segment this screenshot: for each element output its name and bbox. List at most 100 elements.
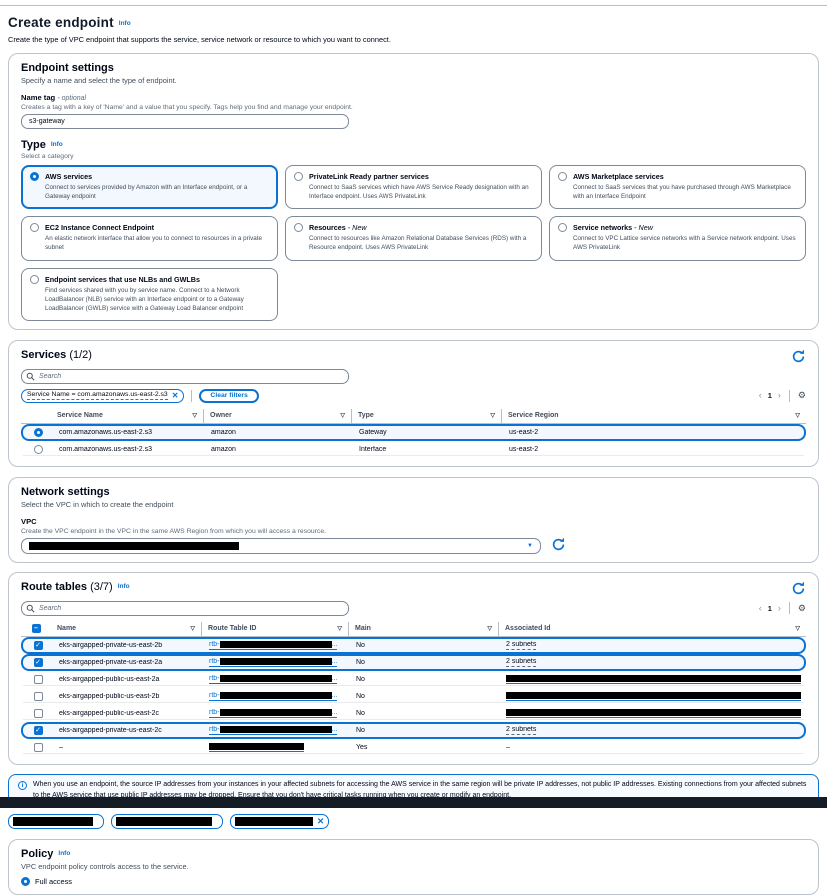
subnet-token[interactable]: ✕ (8, 814, 104, 829)
prev-page-icon[interactable]: ‹ (759, 391, 762, 400)
type-cell: Gateway (353, 429, 503, 436)
sort-icon[interactable]: ▽ (337, 625, 342, 632)
route-table-id-link[interactable]: rtb-... (209, 641, 337, 650)
type-option-radio[interactable] (294, 172, 303, 181)
name-tag-input[interactable] (21, 114, 349, 129)
associated-id-link[interactable]: 2 subnets (506, 726, 536, 735)
vpc-refresh-icon[interactable] (551, 537, 566, 552)
page-header: Create endpointInfo Create the type of V… (8, 14, 819, 44)
column-header-main[interactable]: Main▽ (348, 622, 498, 636)
type-info-link[interactable]: Info (51, 141, 63, 148)
service-row[interactable]: com.amazonaws.us-east-2.s3amazonInterfac… (21, 441, 806, 458)
associated-id-value: – (506, 744, 510, 751)
page-number[interactable]: 1 (768, 604, 772, 613)
sort-icon[interactable]: ▽ (340, 412, 345, 419)
type-label: TypeInfo (21, 139, 806, 151)
route-tables-refresh-icon[interactable] (791, 581, 806, 596)
remove-subnet-icon[interactable]: ✕ (317, 817, 324, 826)
type-option-radio[interactable] (30, 275, 39, 284)
type-option-service-networks[interactable]: Service networks - NewConnect to VPC Lat… (549, 216, 806, 260)
route-table-row[interactable]: ✓eks-airgapped-private-us-east-2brtb-...… (21, 637, 806, 654)
type-option-radio[interactable] (30, 172, 39, 181)
route-tables-search-input[interactable] (21, 601, 349, 616)
route-row-checkbox[interactable] (34, 709, 43, 718)
page-info-link[interactable]: Info (119, 20, 131, 27)
next-page-icon[interactable]: › (778, 604, 781, 613)
route-row-checkbox[interactable] (34, 692, 43, 701)
type-option-aws-services[interactable]: AWS servicesConnect to services provided… (21, 165, 278, 209)
full-access-option[interactable]: Full access (21, 877, 806, 886)
route-table-id-link[interactable] (209, 743, 304, 752)
route-row-checkbox[interactable]: ✓ (34, 658, 43, 667)
subnet-token[interactable]: ✕ (111, 814, 223, 829)
route-row-checkbox[interactable] (34, 743, 43, 752)
route-table-id-link[interactable]: rtb-... (209, 726, 337, 735)
next-page-icon[interactable]: › (778, 391, 781, 400)
route-table-id-link[interactable]: rtb-... (209, 658, 337, 667)
route-table-id-link[interactable]: rtb-... (209, 675, 337, 684)
route-table-row[interactable]: ✓eks-airgapped-private-us-east-2artb-...… (21, 654, 806, 671)
service-row-radio[interactable] (34, 428, 43, 437)
select-all-checkbox[interactable]: – (32, 624, 41, 633)
route-table-id-cell: rtb-... (203, 692, 350, 701)
type-option-ec2-instance-connect-endpoint[interactable]: EC2 Instance Connect EndpointAn elastic … (21, 216, 278, 260)
select-all-cell: – (21, 624, 51, 633)
policy-info-link[interactable]: Info (58, 850, 70, 857)
vpc-select[interactable]: ▼ (21, 538, 541, 554)
service-row[interactable]: com.amazonaws.us-east-2.s3amazonGatewayu… (21, 424, 806, 441)
column-header-name[interactable]: Name▽ (51, 622, 201, 636)
remove-filter-icon[interactable]: ✕ (172, 392, 179, 400)
type-option-radio[interactable] (294, 223, 303, 232)
endpoint-settings-card: Endpoint settings Specify a name and sel… (8, 53, 819, 330)
route-table-row[interactable]: –Yes– (21, 739, 806, 756)
route-table-row[interactable]: eks-airgapped-public-us-east-2brtb-...No (21, 688, 806, 705)
route-tables-info-link[interactable]: Info (118, 583, 130, 590)
type-option-radio[interactable] (30, 223, 39, 232)
type-option-privatelink-ready-partner-services[interactable]: PrivateLink Ready partner servicesConnec… (285, 165, 542, 209)
associated-id-link[interactable]: 2 subnets (506, 641, 536, 650)
associated-id-redacted-link[interactable] (506, 675, 801, 684)
subnet-token[interactable]: ✕ (230, 814, 329, 829)
route-table-row[interactable]: eks-airgapped-public-us-east-2crtb-...No (21, 705, 806, 722)
type-option-endpoint-services-that-use-nlbs-and-gwlbs[interactable]: Endpoint services that use NLBs and GWLB… (21, 268, 278, 321)
services-refresh-icon[interactable] (791, 349, 806, 364)
type-option-radio[interactable] (558, 172, 567, 181)
route-table-row[interactable]: eks-airgapped-public-us-east-2artb-...No (21, 671, 806, 688)
page-number[interactable]: 1 (768, 391, 772, 400)
route-table-row[interactable]: ✓eks-airgapped-private-us-east-2crtb-...… (21, 722, 806, 739)
route-tables-settings-gear-icon[interactable]: ⚙ (798, 604, 806, 613)
column-header-owner[interactable]: Owner▽ (203, 409, 351, 423)
associated-id-cell (500, 709, 804, 718)
sort-icon[interactable]: ▽ (487, 625, 492, 632)
sort-icon[interactable]: ▽ (190, 625, 195, 632)
column-header-associated-id[interactable]: Associated Id▽ (498, 622, 806, 636)
sort-icon[interactable]: ▽ (795, 625, 800, 632)
prev-page-icon[interactable]: ‹ (759, 604, 762, 613)
associated-id-redacted-link[interactable] (506, 709, 801, 718)
service-row-radio[interactable] (34, 445, 43, 454)
associated-id-redacted-link[interactable] (506, 692, 801, 701)
type-option-radio[interactable] (558, 223, 567, 232)
route-table-id-prefix: rtb- (209, 658, 220, 665)
service-name-filter-token[interactable]: Service Name = com.amazonaws.us-east-2.s… (21, 389, 184, 403)
route-table-id-link[interactable]: rtb-... (209, 709, 337, 718)
sort-icon[interactable]: ▽ (490, 412, 495, 419)
clear-filters-button[interactable]: Clear filters (199, 389, 258, 403)
route-row-checkbox[interactable] (34, 675, 43, 684)
route-row-checkbox[interactable]: ✓ (34, 726, 43, 735)
services-settings-gear-icon[interactable]: ⚙ (798, 391, 806, 400)
column-header-service-name[interactable]: Service Name▽ (51, 409, 203, 423)
column-header-service-region[interactable]: Service Region▽ (501, 409, 806, 423)
type-option-aws-marketplace-services[interactable]: AWS Marketplace servicesConnect to SaaS … (549, 165, 806, 209)
main-cell: No (350, 676, 500, 683)
sort-icon[interactable]: ▽ (795, 412, 800, 419)
associated-id-link[interactable]: 2 subnets (506, 658, 536, 667)
services-search-input[interactable] (21, 369, 349, 384)
column-header-route-table-id[interactable]: Route Table ID▽ (201, 622, 348, 636)
type-option-resources[interactable]: Resources - NewConnect to resources like… (285, 216, 542, 260)
full-access-radio[interactable] (21, 877, 30, 886)
route-row-checkbox[interactable]: ✓ (34, 641, 43, 650)
route-table-id-link[interactable]: rtb-... (209, 692, 337, 701)
column-header-type[interactable]: Type▽ (351, 409, 501, 423)
sort-icon[interactable]: ▽ (192, 412, 197, 419)
